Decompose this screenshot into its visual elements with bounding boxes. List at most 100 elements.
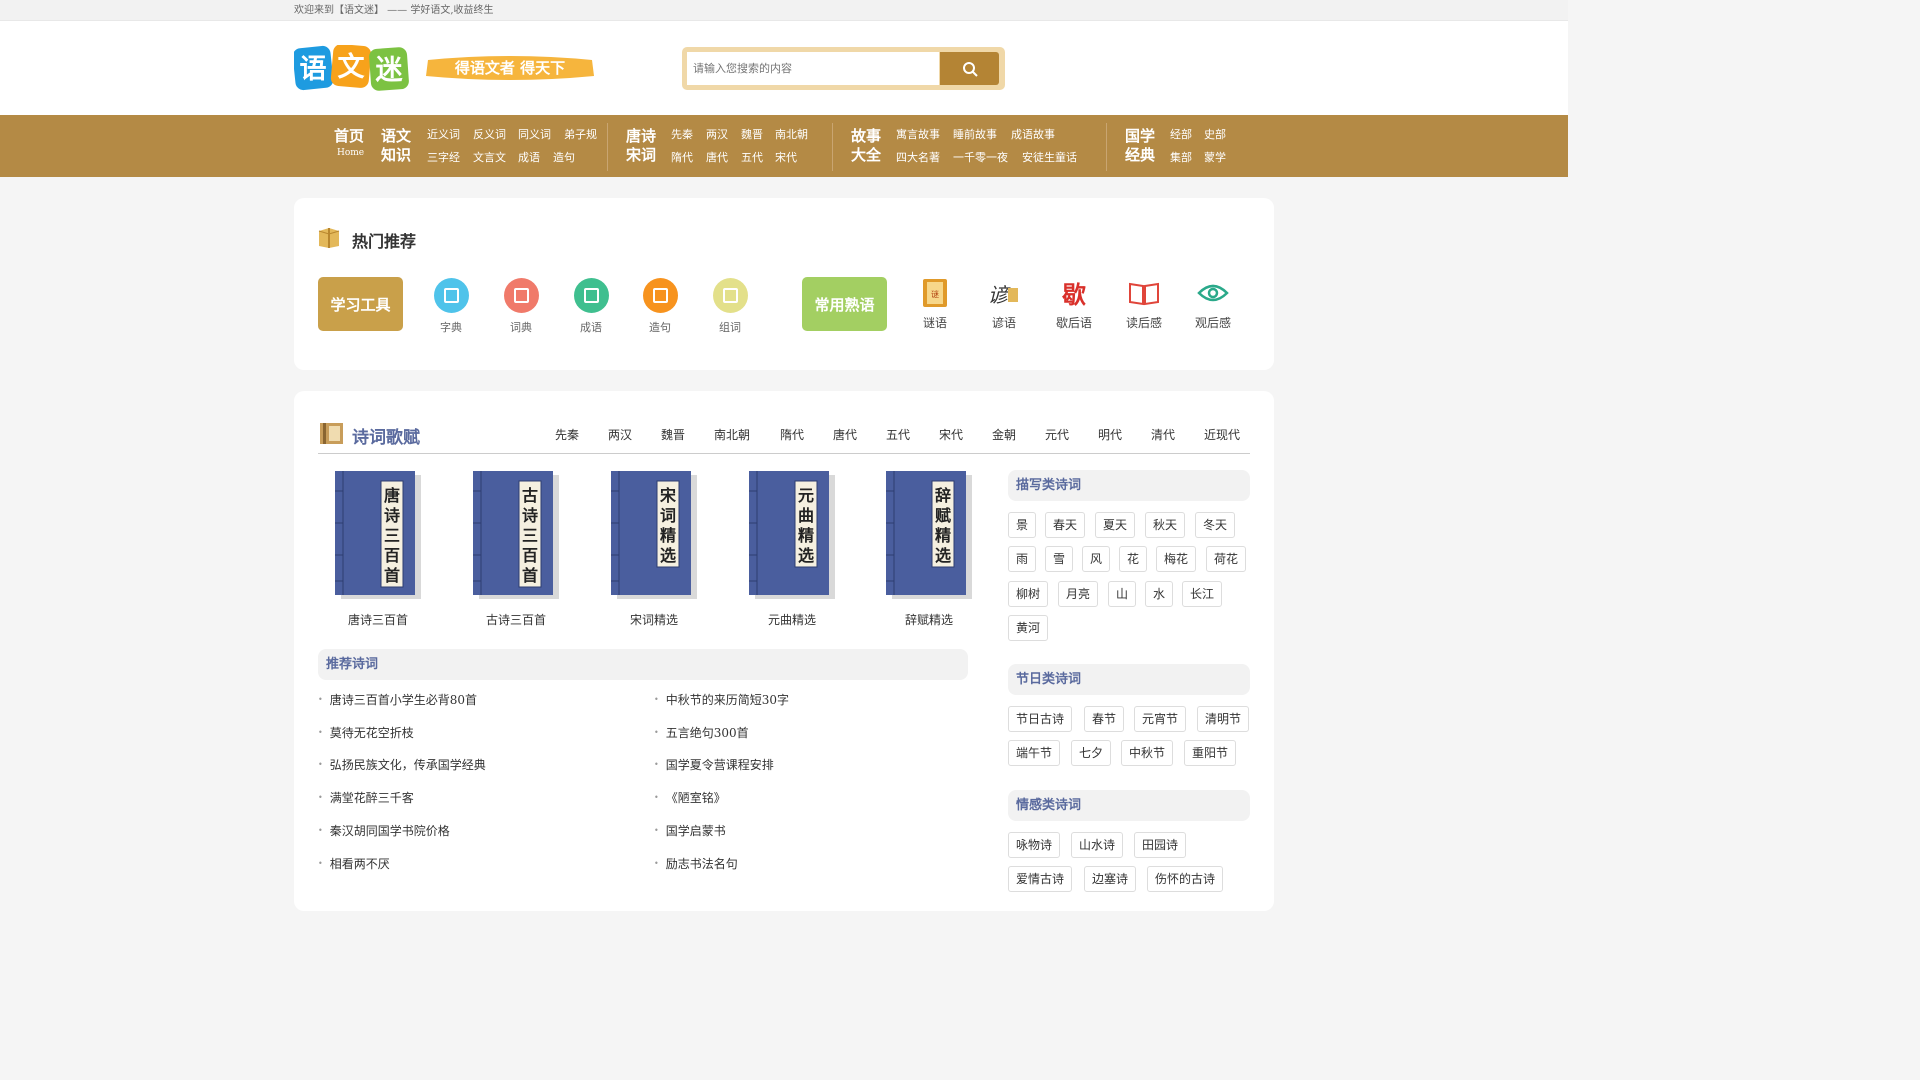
dynasty-tab[interactable]: 宋代 [939,426,963,443]
nav-link[interactable]: 一千零一夜 [953,149,1008,165]
recommend-link[interactable]: 中秋节的来历简短30字 [654,691,789,708]
poetry-tag[interactable]: 伤怀的古诗 [1147,866,1224,893]
nav-link[interactable]: 成语 [518,149,540,165]
dynasty-tab[interactable]: 元代 [1045,426,1069,443]
nav-link[interactable]: 五代 [741,149,763,165]
recommend-link[interactable]: 满堂花醉三千客 [318,789,414,806]
poetry-tag[interactable]: 边塞诗 [1084,866,1137,893]
nav-link[interactable]: 造句 [553,149,575,165]
nav-link[interactable]: 先秦 [671,126,693,142]
nav-group-yuwen[interactable]: 语文 知识 [380,127,412,165]
poetry-tag[interactable]: 梅花 [1156,546,1197,573]
nav-link[interactable]: 成语故事 [1011,126,1055,142]
tool-zuci[interactable]: 组词 [700,278,760,335]
nav-group-classics[interactable]: 国学 经典 [1124,127,1156,165]
nav-link[interactable]: 寓言故事 [896,126,940,142]
poetry-tag[interactable]: 长江 [1182,580,1223,607]
nav-link[interactable]: 文言文 [473,149,506,165]
phrase-miyu[interactable]: 谜谜语 [905,278,965,331]
nav-link[interactable]: 反义词 [473,126,506,142]
poetry-tag[interactable]: 风 [1082,546,1111,573]
recommend-link[interactable]: 唐诗三百首小学生必背80首 [318,691,477,708]
poetry-tag[interactable]: 爱情古诗 [1008,866,1073,893]
nav-group-stories[interactable]: 故事 大全 [850,127,882,165]
poetry-tag[interactable]: 雨 [1008,546,1037,573]
poetry-tag[interactable]: 中秋节 [1121,740,1174,767]
poetry-book[interactable]: 古诗三百首古诗三百首 [466,471,566,628]
recommend-link[interactable]: 国学夏令营课程安排 [654,756,774,773]
nav-link[interactable]: 隋代 [671,149,693,165]
poetry-tag[interactable]: 端午节 [1008,740,1061,767]
tool-chengyu[interactable]: 成语 [561,278,621,335]
recommend-link[interactable]: 莫待无花空折枝 [318,724,414,741]
site-logo[interactable]: 语 文 迷 [294,45,410,91]
dynasty-tab[interactable]: 五代 [886,426,910,443]
dynasty-tab[interactable]: 隋代 [780,426,804,443]
dynasty-tab[interactable]: 两汉 [608,426,632,443]
poetry-tag[interactable]: 元宵节 [1134,706,1187,732]
dynasty-tab[interactable]: 唐代 [833,426,857,443]
tool-zidian[interactable]: 字典 [421,278,481,335]
poetry-tag[interactable]: 咏物诗 [1008,832,1061,858]
poetry-tag[interactable]: 重阳节 [1184,740,1237,767]
dynasty-tab[interactable]: 南北朝 [714,426,750,443]
poetry-tag[interactable]: 花 [1119,546,1148,573]
poetry-tag[interactable]: 荷花 [1206,546,1247,573]
nav-group-poetry[interactable]: 唐诗 宋词 [625,127,657,165]
recommend-link[interactable]: 弘扬民族文化，传承国学经典 [318,756,486,773]
nav-link[interactable]: 两汉 [706,126,728,142]
nav-link[interactable]: 唐代 [706,149,728,165]
phrase-duhougan[interactable]: 读后感 [1114,278,1174,331]
poetry-tag[interactable]: 山水诗 [1071,832,1124,858]
poetry-tag[interactable]: 夏天 [1095,512,1136,538]
search-button[interactable] [940,52,999,85]
tool-cidian[interactable]: 词典 [491,278,551,335]
poetry-tag[interactable]: 山 [1108,580,1137,607]
phrase-xiehouyu[interactable]: 歇歇后语 [1044,278,1104,331]
dynasty-tab[interactable]: 清代 [1151,426,1175,443]
nav-link[interactable]: 安徒生童话 [1022,149,1077,165]
poetry-book[interactable]: 元曲精选元曲精选 [742,471,842,628]
tool-zaoju[interactable]: 造句 [630,278,690,335]
nav-link[interactable]: 集部 [1170,149,1192,165]
poetry-book[interactable]: 辞赋精选辞赋精选 [879,471,979,628]
nav-link[interactable]: 近义词 [427,126,460,142]
poetry-tag[interactable]: 七夕 [1071,740,1112,767]
nav-link[interactable]: 同义词 [518,126,551,142]
dynasty-tab[interactable]: 明代 [1098,426,1122,443]
phrase-guanhougan[interactable]: 观后感 [1183,278,1243,331]
recommend-link[interactable]: 五言绝句300首 [654,724,749,741]
recommend-link[interactable]: 相看两不厌 [318,855,390,872]
poetry-tag[interactable]: 水 [1145,580,1174,607]
poetry-tag[interactable]: 春天 [1045,512,1086,538]
nav-link[interactable]: 四大名著 [896,149,940,165]
dynasty-tab[interactable]: 金朝 [992,426,1016,443]
search-input[interactable] [687,52,939,85]
poetry-tag[interactable]: 柳树 [1008,580,1049,607]
poetry-book[interactable]: 宋词精选宋词精选 [604,471,704,628]
common-phrases-button[interactable]: 常用熟语 [802,277,887,331]
study-tools-button[interactable]: 学习工具 [318,277,403,331]
poetry-tag[interactable]: 清明节 [1197,706,1250,732]
nav-link[interactable]: 蒙学 [1204,149,1226,165]
nav-link[interactable]: 三字经 [427,149,460,165]
nav-home[interactable]: 首页 [334,127,364,146]
poetry-tag[interactable]: 春节 [1084,706,1125,732]
poetry-tag[interactable]: 景 [1008,512,1037,538]
nav-link[interactable]: 弟子规 [564,126,597,142]
nav-link[interactable]: 魏晋 [741,126,763,142]
poetry-book[interactable]: 唐诗三百首唐诗三百首 [328,471,428,628]
recommend-link[interactable]: 《陋室铭》 [654,789,726,806]
recommend-link[interactable]: 秦汉胡同国学书院价格 [318,822,450,839]
nav-link[interactable]: 经部 [1170,126,1192,142]
dynasty-tab[interactable]: 近现代 [1204,426,1240,443]
nav-link[interactable]: 宋代 [775,149,797,165]
phrase-yanyu[interactable]: 谚谚语 [974,278,1034,331]
dynasty-tab[interactable]: 魏晋 [661,426,685,443]
poetry-tag[interactable]: 黄河 [1008,615,1049,642]
poetry-tag[interactable]: 节日古诗 [1008,706,1073,732]
poetry-tag[interactable]: 月亮 [1058,580,1099,607]
poetry-tag[interactable]: 田园诗 [1134,832,1187,858]
poetry-tag[interactable]: 雪 [1045,546,1074,573]
nav-link[interactable]: 史部 [1204,126,1226,142]
